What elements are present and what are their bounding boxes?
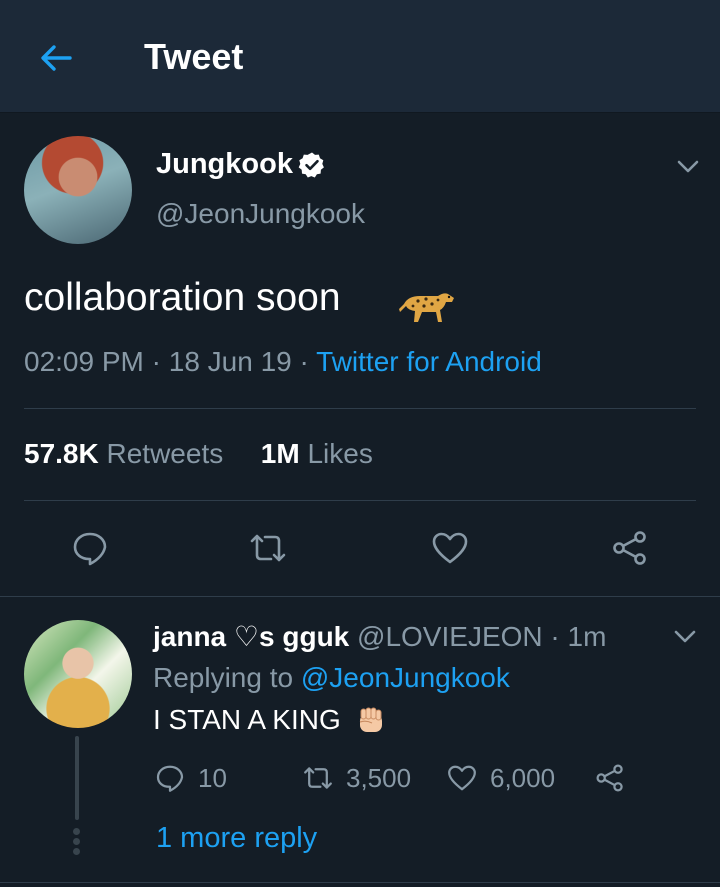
tweet-text: collaboration soon: [24, 276, 341, 319]
reply-icon[interactable]: [70, 528, 110, 568]
meta-separator: ·: [151, 346, 161, 377]
like-heart-icon[interactable]: [430, 528, 470, 568]
reply-avatar[interactable]: [24, 620, 132, 728]
reply-time: 1m: [567, 621, 607, 652]
tweet-time: 02:09 PM: [24, 346, 144, 377]
reply-chevron-down-icon[interactable]: [671, 622, 699, 650]
divider: [24, 500, 696, 501]
page-title: Tweet: [144, 36, 244, 77]
meta-separator: ·: [299, 346, 309, 377]
likes-count: 1M: [260, 438, 300, 469]
verified-badge-icon: [298, 152, 324, 178]
retweet-icon[interactable]: [248, 528, 288, 568]
chevron-down-icon[interactable]: [674, 152, 702, 180]
replying-to-mention[interactable]: @JeonJungkook: [301, 662, 510, 693]
share-icon: [596, 764, 623, 792]
author-name[interactable]: Jungkook: [156, 148, 293, 181]
retweets-count: 57.8K: [24, 438, 99, 469]
replying-to: Replying to @JeonJungkook: [153, 662, 510, 694]
reply-author-name[interactable]: janna ♡s gguk: [153, 621, 349, 652]
arrow-left-icon[interactable]: [36, 38, 76, 78]
meta-separator: ·: [550, 621, 560, 652]
author-handle[interactable]: @JeonJungkook: [156, 198, 365, 230]
retweet-action[interactable]: 3,500: [302, 760, 411, 796]
likes-label: Likes: [307, 438, 373, 469]
tweet-meta: 02:09 PM · 18 Jun 19 · Twitter for Andro…: [24, 346, 542, 378]
thread-line: [75, 736, 79, 820]
thread-dot: [73, 848, 80, 855]
replying-to-label: Replying to: [153, 662, 294, 693]
reply-header: janna ♡s gguk @LOVIEJEON · 1m: [153, 620, 606, 653]
raised-fist-emoji-icon: [359, 707, 382, 732]
retweet-count: 3,500: [346, 762, 412, 793]
reply-count: 10: [198, 762, 227, 793]
thread-dot: [73, 828, 80, 835]
cheetah-emoji-icon: [399, 293, 454, 322]
like-action[interactable]: 6,000: [446, 760, 555, 796]
reply-action[interactable]: 10: [154, 760, 227, 796]
tweet-source-link[interactable]: Twitter for Android: [316, 346, 542, 377]
retweets-stat[interactable]: 57.8K Retweets: [24, 438, 223, 469]
retweets-label: Retweets: [106, 438, 224, 469]
tweet-date: 18 Jun 19: [168, 346, 292, 377]
bottom-divider: [0, 882, 720, 883]
avatar[interactable]: [24, 136, 132, 244]
share-icon[interactable]: [610, 528, 650, 568]
divider: [24, 408, 696, 409]
retweet-icon: [304, 767, 332, 789]
top-app-bar: Tweet: [0, 0, 720, 113]
like-heart-icon: [448, 765, 476, 791]
engagement-counts: 57.8K Retweets 1M Likes: [24, 438, 373, 470]
reply-icon: [156, 765, 184, 792]
likes-stat[interactable]: 1M Likes: [261, 438, 373, 469]
reply-author-handle[interactable]: @LOVIEJEON: [357, 621, 543, 652]
reply-text: I STAN A KING: [153, 704, 341, 735]
like-count: 6,000: [490, 762, 556, 793]
more-replies-link[interactable]: 1 more reply: [156, 822, 317, 855]
thread-dot: [73, 838, 80, 845]
share-action[interactable]: [594, 760, 638, 796]
section-divider: [0, 596, 720, 597]
